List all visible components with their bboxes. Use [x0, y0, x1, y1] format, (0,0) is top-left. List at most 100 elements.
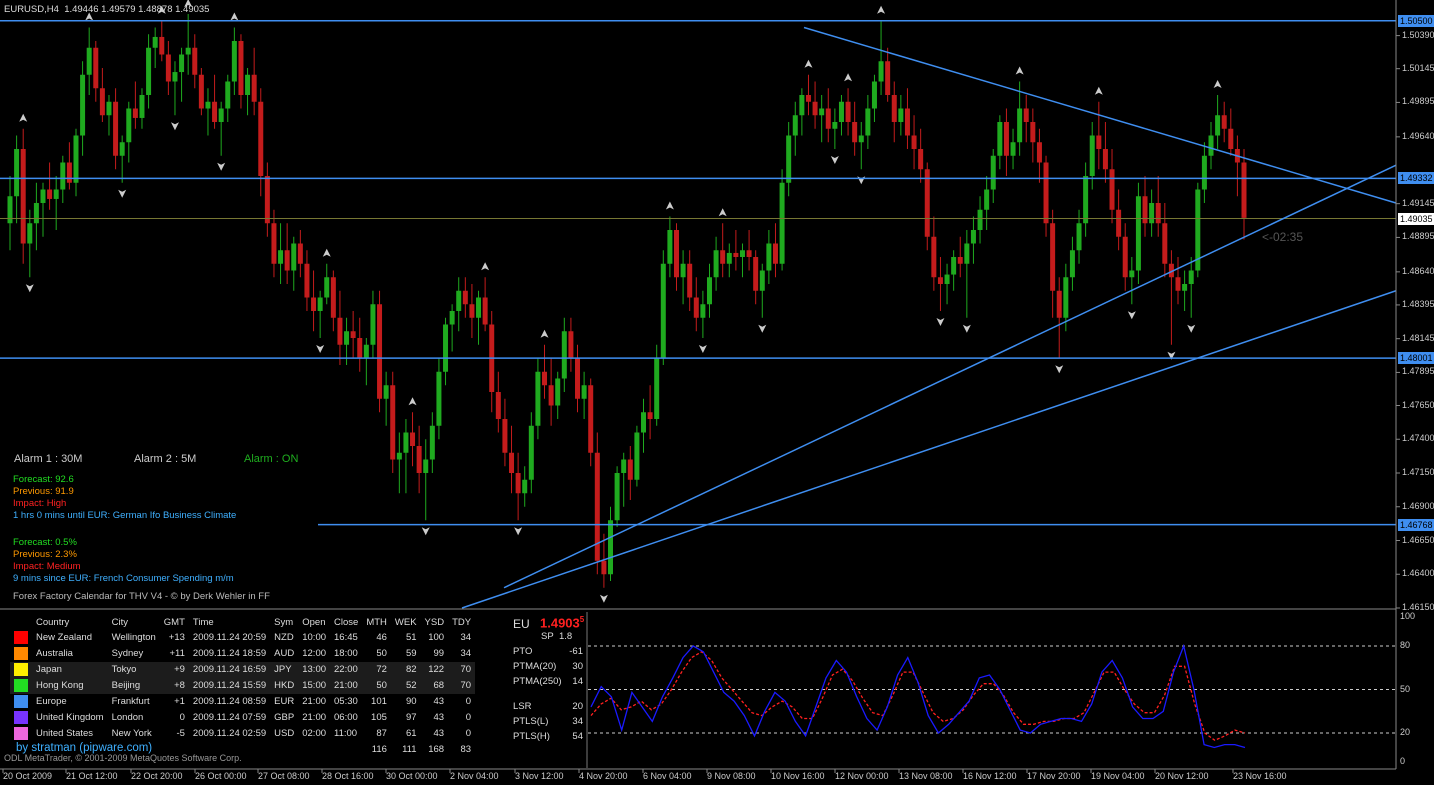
candle-body	[284, 250, 290, 271]
candle-body	[297, 243, 303, 264]
candle-body	[106, 101, 112, 116]
cell-close: 05:30	[334, 696, 358, 707]
session-color-swatch: #ffee00	[10, 662, 32, 678]
candle-body	[548, 385, 554, 406]
cell-close: 18:00	[334, 648, 358, 659]
cell-country: Hong Kong	[36, 680, 84, 691]
candle-body	[383, 385, 389, 399]
col-country: Country	[36, 617, 70, 628]
candle-body	[997, 122, 1003, 156]
candle-body	[337, 317, 343, 345]
cell-wek: 59	[405, 648, 417, 659]
candle-body	[152, 36, 158, 48]
candle-body	[264, 176, 270, 224]
osc-level-label: 80	[1400, 640, 1411, 650]
candle-body	[1155, 203, 1161, 224]
candle-body	[225, 81, 231, 109]
time-tick-label: 9 Nov 08:00	[707, 771, 756, 781]
candle-body	[27, 223, 33, 244]
candle-body	[159, 36, 165, 55]
cell-country: New Zealand	[36, 632, 92, 643]
event-1-forecast: Forecast: 92.6	[13, 474, 74, 485]
candle-body	[238, 41, 244, 95]
candle-body	[1010, 142, 1016, 156]
candle-body	[1135, 196, 1141, 271]
candle-body	[198, 74, 204, 109]
time-tick-label: 6 Nov 04:00	[643, 771, 692, 781]
candle-body	[132, 108, 138, 118]
candle-body	[522, 479, 528, 494]
col-close: Close	[334, 617, 359, 628]
cell-time: 2009.11.24 16:59	[192, 664, 267, 675]
time-tick-label: 22 Oct 20:00	[131, 771, 183, 781]
candle-body	[179, 54, 185, 73]
event-1-previous: Previous: 91.9	[13, 486, 74, 497]
cell-city: London	[111, 712, 144, 723]
candle-body	[7, 196, 13, 224]
cell-tdy: 70	[460, 680, 472, 691]
cell-wek: 51	[405, 632, 417, 643]
cell-ysd: 100	[428, 632, 445, 643]
cell-mth: 46	[376, 632, 387, 643]
price-tick-label: 1.49895	[1402, 96, 1434, 107]
candle-body	[86, 47, 92, 75]
candle-body	[370, 304, 376, 345]
candle-body	[363, 344, 369, 359]
candle-body	[1089, 135, 1095, 176]
candle-body	[139, 95, 145, 118]
candle-body	[1129, 270, 1135, 278]
candle-body	[779, 182, 785, 264]
price-tick-label: 1.47150	[1402, 467, 1434, 477]
candle-body	[832, 122, 838, 129]
osc-level-label: 100	[1400, 611, 1416, 621]
candle-body	[357, 338, 363, 359]
time-tick-label: 26 Oct 00:00	[195, 771, 247, 781]
candle-body	[1050, 223, 1056, 291]
cell-sym: JPY	[274, 664, 292, 675]
time-tick-label: 10 Nov 16:00	[771, 771, 825, 781]
info-spread: SP 1.8	[541, 631, 573, 642]
cell-gmt: +9	[174, 664, 185, 675]
osc-level-label: 20	[1400, 727, 1411, 737]
candle-body	[634, 432, 640, 480]
symbol-label: EURUSD,H4	[4, 4, 59, 15]
info-row-value: 30	[572, 661, 583, 672]
candle-body	[871, 81, 877, 109]
cell-time: 2009.11.24 20:59	[192, 632, 267, 643]
time-tick-label: 20 Nov 12:00	[1155, 771, 1209, 781]
candle-body	[753, 257, 759, 291]
session-color-swatch: #3f8ef0	[10, 694, 32, 710]
candle-body	[14, 149, 20, 197]
info-row-value: 54	[572, 731, 583, 742]
candle-body	[33, 203, 39, 224]
candle-body	[621, 459, 627, 473]
candle-body	[937, 277, 943, 284]
candle-body	[568, 331, 574, 359]
event-2-previous: Previous: 2.3%	[13, 549, 77, 560]
chart-header: EURUSD,H4 1.49446 1.49579 1.48878 1.4903…	[4, 4, 209, 15]
session-color-swatch: #ff0000	[10, 630, 32, 646]
candle-body	[113, 101, 119, 156]
cell-city: Tokyo	[111, 664, 137, 675]
table-row: #7733ff United Kingdom London 0 2009.11.24 0…	[10, 710, 475, 726]
market-sessions-table: Country City GMT Time Sym Open Close MTH…	[10, 616, 476, 758]
table-row: #ee66dd United States New York -5 2009.11.24…	[10, 726, 475, 742]
cell-close: 22:00	[334, 664, 358, 675]
candle-body	[403, 432, 409, 453]
candle-body	[786, 135, 792, 183]
price-tick-label: 1.48395	[1402, 298, 1434, 309]
cell-sym: HKD	[274, 680, 295, 691]
candle-body	[766, 243, 772, 271]
info-row-label: PTO	[513, 646, 533, 657]
table-row: #22dd22 Hong Kong Beijing +8 2009.11.24 15:5…	[10, 678, 476, 694]
candle-body	[878, 61, 884, 82]
price-tick-label: 1.48895	[1402, 231, 1434, 242]
cell-mth: 72	[376, 664, 387, 675]
cell-open: 15:00	[302, 680, 327, 691]
price-tick-label: 1.47895	[1402, 366, 1434, 377]
col-gmt: GMT	[163, 617, 185, 628]
candle-body	[212, 101, 218, 122]
table-row: #ffee00 Japan Tokyo +9 2009.11.24 16:59 JPY 13…	[10, 662, 476, 678]
time-tick-label: 4 Nov 20:00	[579, 771, 628, 781]
candle-body	[231, 41, 237, 82]
